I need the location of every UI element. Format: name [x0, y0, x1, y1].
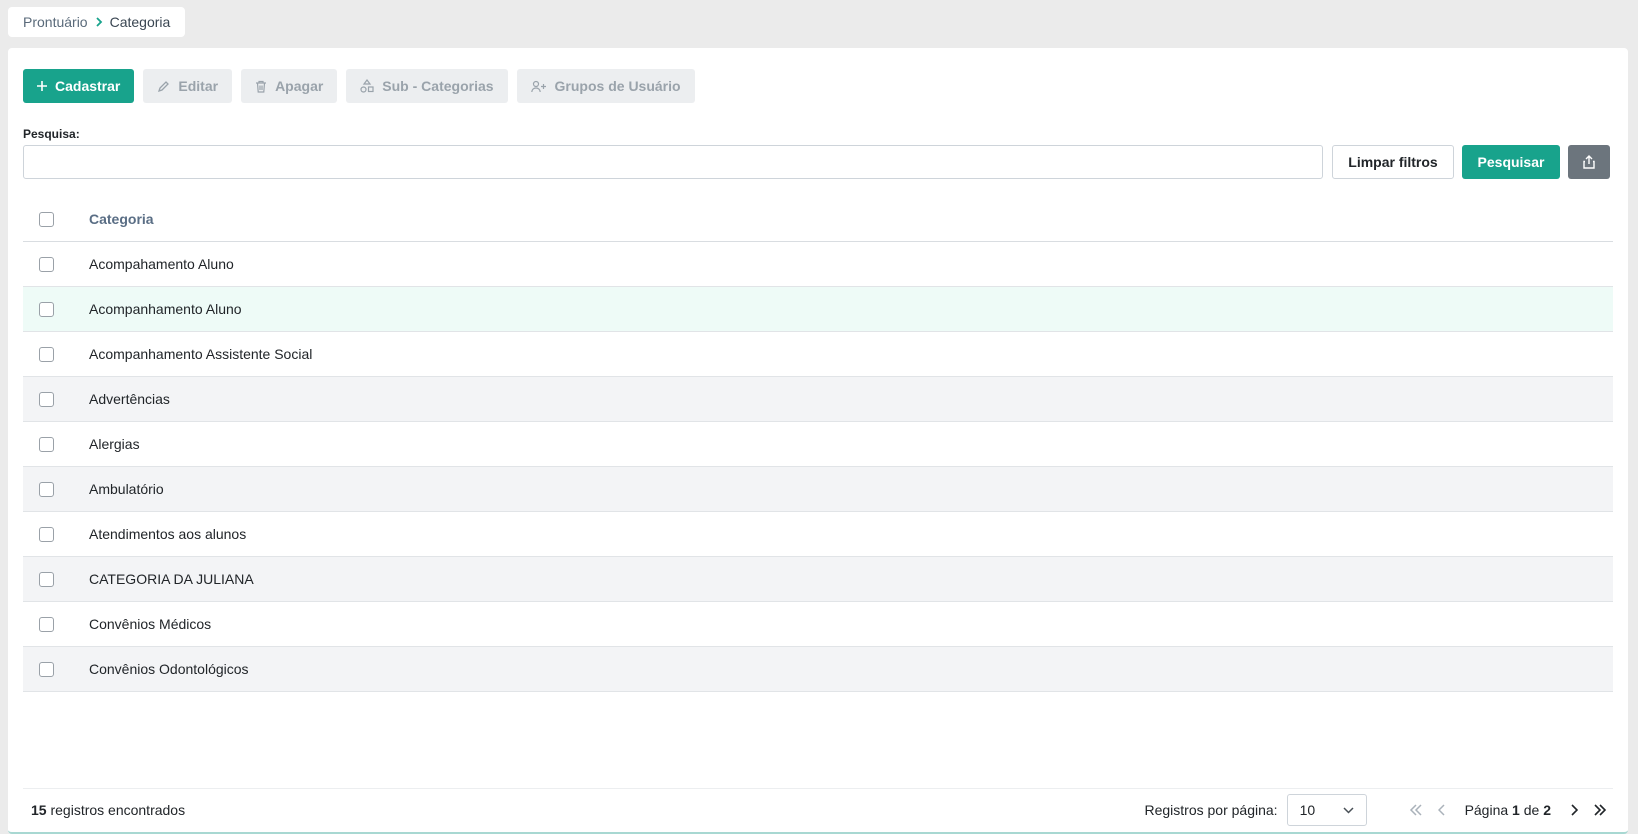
records-count-number: 15	[31, 802, 47, 818]
plus-icon	[37, 81, 47, 91]
cadastrar-button[interactable]: Cadastrar	[23, 69, 135, 103]
pesquisar-button[interactable]: Pesquisar	[1462, 145, 1560, 179]
sub-categorias-button[interactable]: Sub - Categorias	[346, 69, 508, 103]
table-row[interactable]: Alergias	[23, 422, 1613, 467]
shapes-icon	[360, 79, 374, 93]
table-row[interactable]: Advertências	[23, 377, 1613, 422]
apagar-label: Apagar	[275, 78, 324, 94]
editar-label: Editar	[178, 78, 219, 94]
row-categoria-cell: Alergias	[89, 436, 140, 452]
share-export-icon	[1583, 155, 1595, 169]
grupos-usuario-button[interactable]: Grupos de Usuário	[516, 69, 695, 103]
chevron-down-icon	[1343, 806, 1354, 814]
user-group-add-icon	[530, 80, 546, 92]
total-pages: 2	[1543, 802, 1551, 818]
row-checkbox[interactable]	[39, 661, 54, 677]
row-categoria-cell: Convênios Médicos	[89, 616, 212, 632]
cadastrar-label: Cadastrar	[55, 78, 121, 94]
per-page-label: Registros por página:	[1144, 802, 1278, 818]
last-page-icon[interactable]	[1587, 797, 1613, 823]
row-checkbox[interactable]	[39, 616, 54, 632]
per-page-value: 10	[1299, 802, 1316, 818]
limpar-filtros-button[interactable]: Limpar filtros	[1332, 145, 1454, 179]
main-card: Cadastrar Editar Apagar Sub - Categorias…	[8, 48, 1628, 834]
row-checkbox[interactable]	[39, 526, 54, 542]
table-row[interactable]: Acompanhamento Aluno	[23, 287, 1613, 332]
per-page-select[interactable]: 10	[1286, 794, 1367, 826]
row-checkbox[interactable]	[39, 571, 54, 587]
current-page: 1	[1512, 802, 1520, 818]
export-button[interactable]	[1568, 145, 1610, 179]
table-row[interactable]: Acompahamento Aluno	[23, 242, 1613, 287]
table-row[interactable]: Acompanhamento Assistente Social	[23, 332, 1613, 377]
row-categoria-cell: Convênios Odontológicos	[89, 661, 249, 677]
row-categoria-cell: Acompanhamento Assistente Social	[89, 346, 313, 362]
chevron-right-icon	[88, 16, 110, 28]
table-row[interactable]: Atendimentos aos alunos	[23, 512, 1613, 557]
row-categoria-cell: Atendimentos aos alunos	[89, 526, 247, 542]
trash-icon	[256, 80, 267, 93]
grupos-usuario-label: Grupos de Usuário	[554, 78, 681, 94]
breadcrumb-current: Categoria	[109, 14, 171, 30]
sub-categorias-label: Sub - Categorias	[382, 78, 494, 94]
first-page-icon[interactable]	[1403, 797, 1429, 823]
next-page-icon[interactable]	[1561, 797, 1587, 823]
column-header-categoria[interactable]: Categoria	[89, 211, 154, 227]
row-checkbox[interactable]	[39, 481, 54, 497]
row-categoria-cell: Acompanhamento Aluno	[89, 301, 242, 317]
row-categoria-cell: Ambulatório	[89, 481, 164, 497]
table-header-row: Categoria	[23, 197, 1613, 242]
table-row[interactable]: Convênios Médicos	[23, 602, 1613, 647]
breadcrumb: Prontuário Categoria	[8, 7, 186, 37]
row-checkbox[interactable]	[39, 391, 54, 407]
pencil-icon	[158, 80, 170, 92]
table-row[interactable]: Convênios Odontológicos	[23, 647, 1613, 692]
apagar-button[interactable]: Apagar	[241, 69, 338, 103]
editar-button[interactable]: Editar	[143, 69, 233, 103]
search-input[interactable]	[23, 145, 1323, 179]
row-categoria-cell: Acompahamento Aluno	[89, 256, 234, 272]
table-row[interactable]: CATEGORIA DA JULIANA	[23, 557, 1613, 602]
of-word: de	[1523, 802, 1540, 818]
page-info: Página 1 de 2	[1465, 802, 1551, 818]
breadcrumb-prontuario-link[interactable]: Prontuário	[23, 14, 88, 30]
categories-table: Categoria Acompahamento Aluno Acompanham…	[23, 197, 1613, 692]
row-checkbox[interactable]	[39, 256, 54, 272]
row-checkbox[interactable]	[39, 436, 54, 452]
table-footer: 15 registros encontrados Registros por p…	[23, 789, 1613, 831]
table-row[interactable]: Ambulatório	[23, 467, 1613, 512]
select-all-checkbox[interactable]	[39, 211, 54, 227]
search-label: Pesquisa:	[23, 127, 80, 141]
row-categoria-cell: Advertências	[89, 391, 170, 407]
page-word: Página	[1464, 802, 1509, 818]
records-count: 15 registros encontrados	[23, 802, 185, 818]
row-categoria-cell: CATEGORIA DA JULIANA	[89, 571, 254, 587]
toolbar: Cadastrar Editar Apagar Sub - Categorias…	[23, 69, 695, 103]
pagination: Registros por página: 10 Página 1 de 2	[1144, 789, 1613, 831]
records-count-label: registros encontrados	[50, 802, 186, 818]
row-checkbox[interactable]	[39, 346, 54, 362]
row-checkbox[interactable]	[39, 301, 54, 317]
prev-page-icon[interactable]	[1429, 797, 1455, 823]
